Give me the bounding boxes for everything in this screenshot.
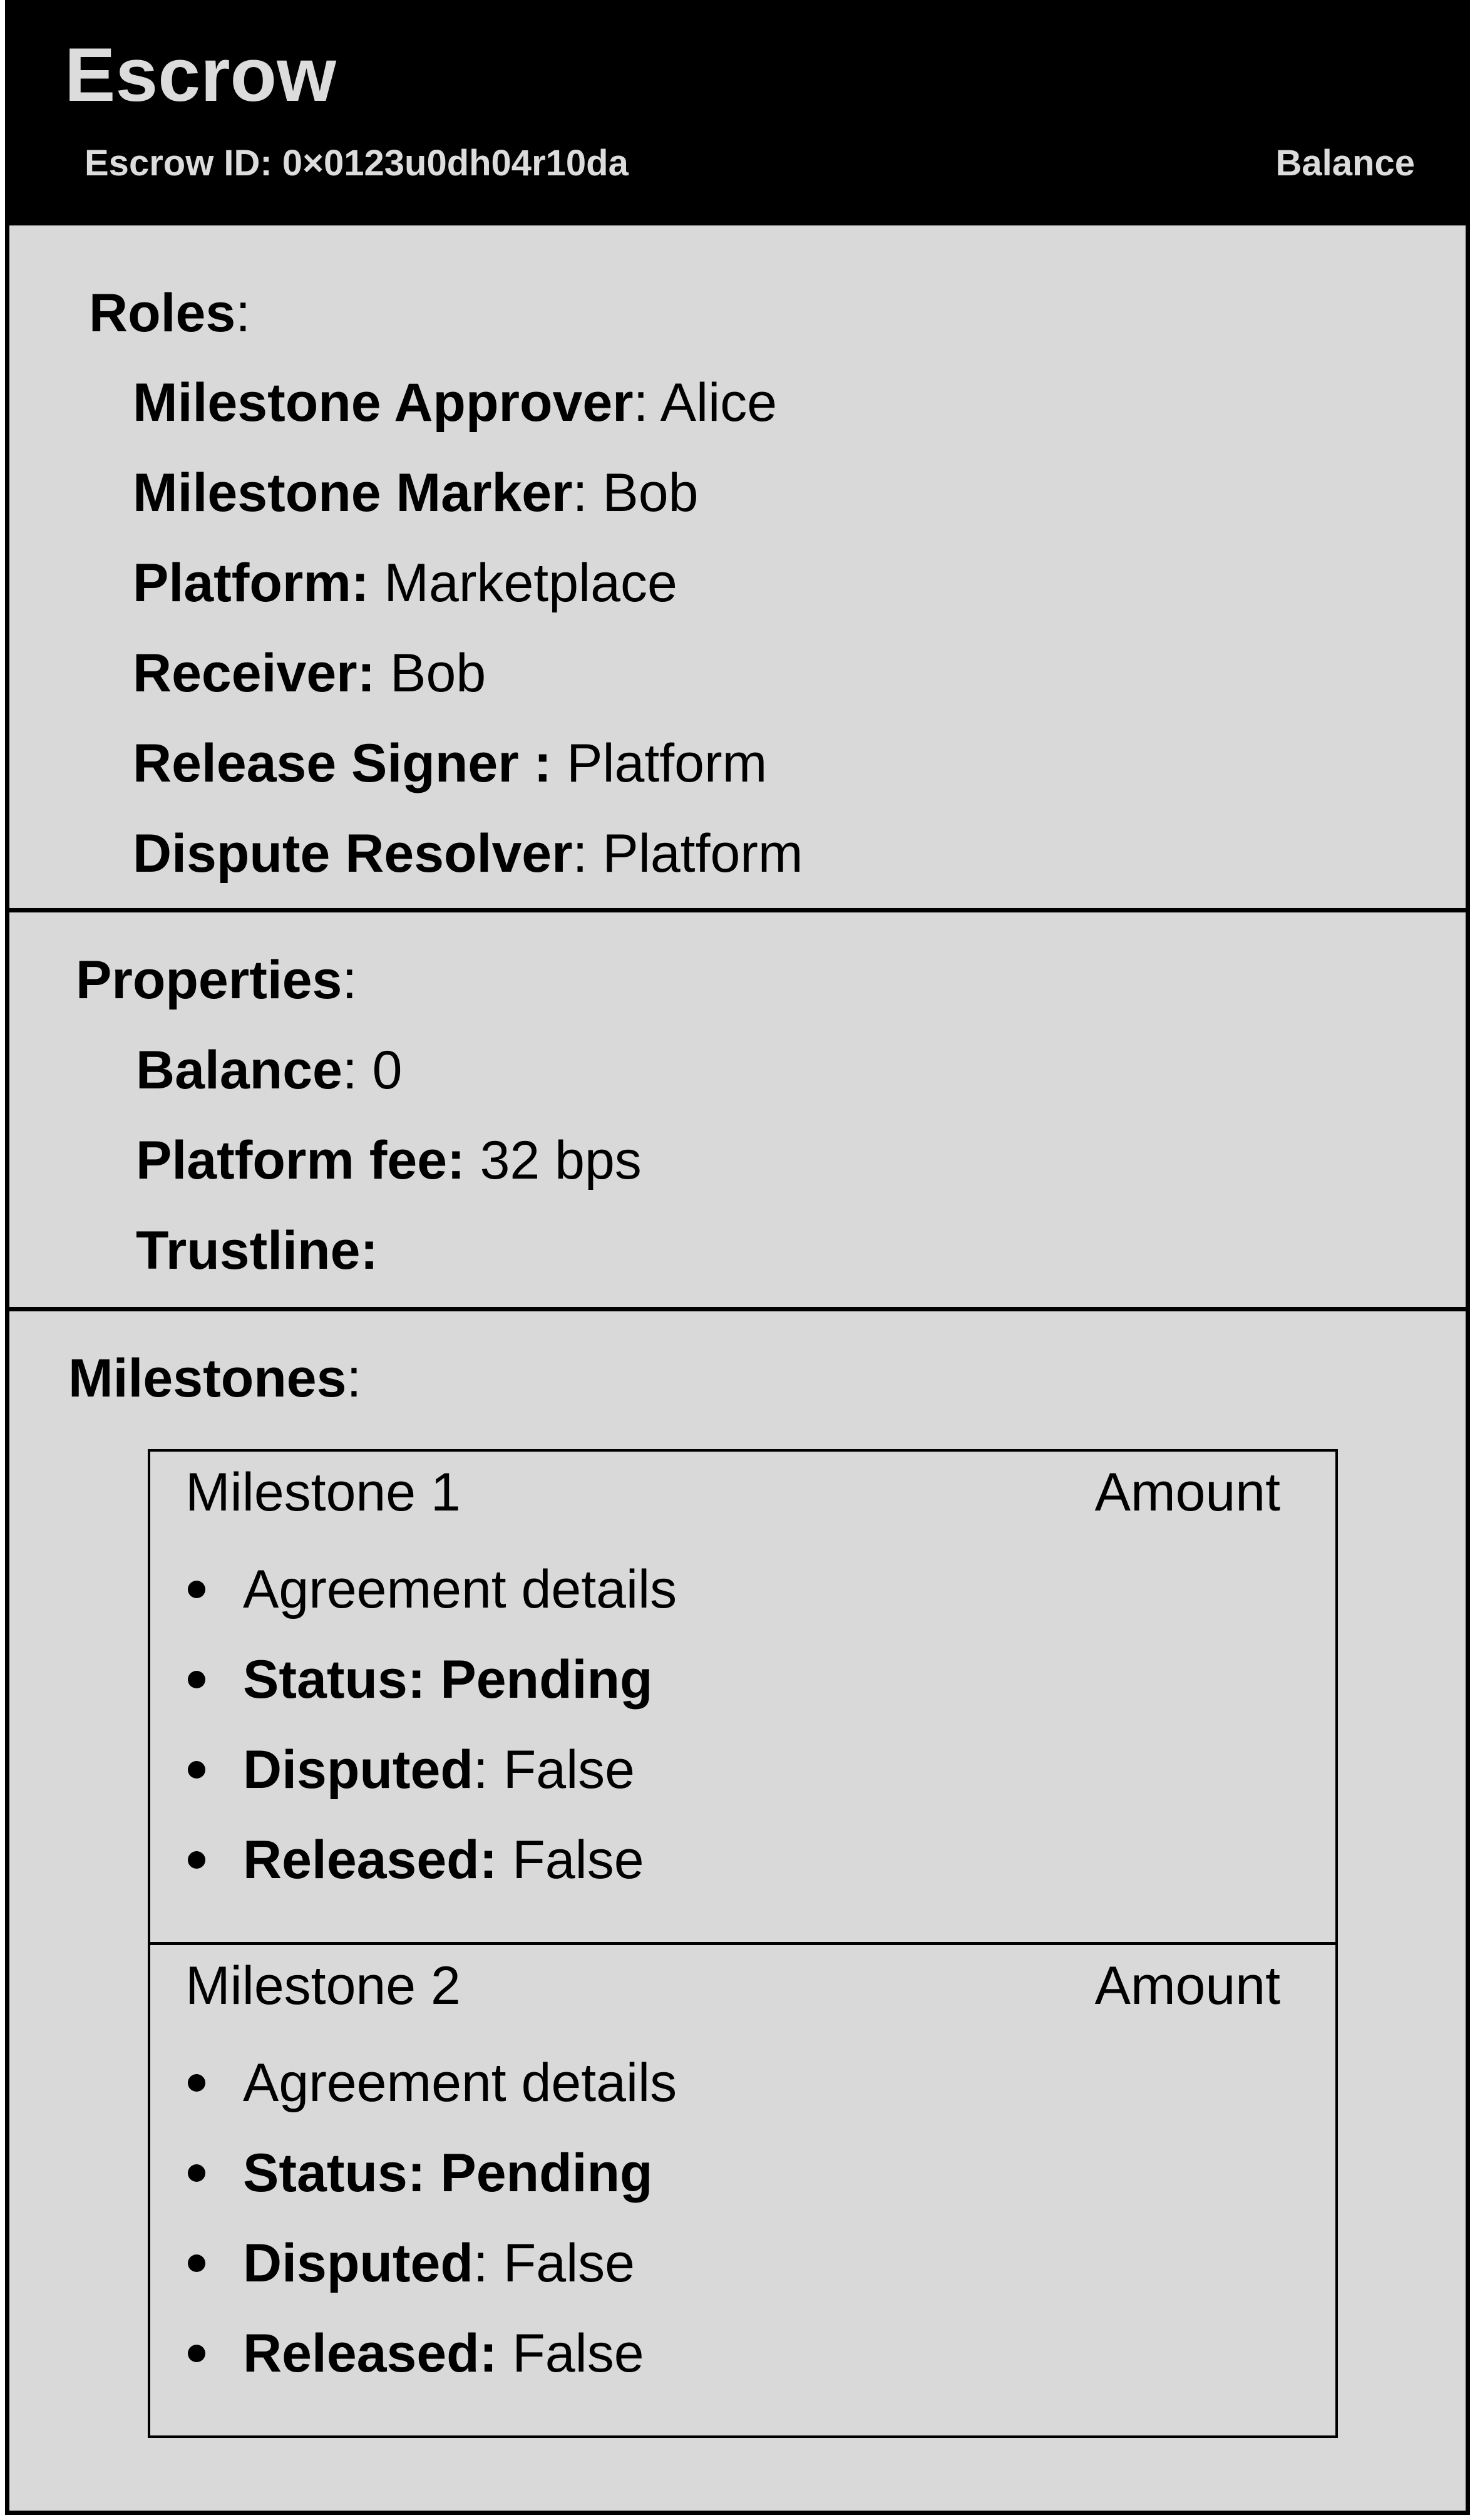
milestone-disputed: Disputed: False xyxy=(185,1725,677,1815)
milestone-name: Milestone 2 xyxy=(185,1956,461,2016)
milestone-card[interactable]: Milestone 2 Amount Agreement details Sta… xyxy=(148,1943,1338,2438)
milestone-details-list: Agreement details Status: Pending Disput… xyxy=(185,1544,677,1905)
properties-section: Properties: Balance: 0 Platform fee: 32 … xyxy=(5,908,1470,1311)
milestone-status: Status: Pending xyxy=(185,2128,677,2218)
milestone-released: Released: False xyxy=(185,1815,677,1905)
milestone-disputed: Disputed: False xyxy=(185,2218,677,2308)
milestone-details-list: Agreement details Status: Pending Disput… xyxy=(185,2038,677,2399)
milestone-amount: Amount xyxy=(1094,1462,1280,1522)
milestones-title: Milestones: xyxy=(68,1348,362,1408)
milestone-agreement-details: Agreement details xyxy=(185,1544,677,1634)
property-balance: Balance: 0 xyxy=(136,1040,403,1100)
property-platform-fee: Platform fee: 32 bps xyxy=(136,1130,642,1190)
milestone-released: Released: False xyxy=(185,2308,677,2399)
page-title: Escrow xyxy=(64,32,336,117)
role-release-signer: Release Signer : Platform xyxy=(133,733,768,793)
role-receiver: Receiver: Bob xyxy=(133,643,486,703)
roles-section: Roles: Milestone Approver: Alice Milesto… xyxy=(5,221,1470,912)
roles-title: Roles: xyxy=(89,283,251,343)
milestone-status: Status: Pending xyxy=(185,1634,677,1725)
balance-link[interactable]: Balance xyxy=(1276,145,1415,182)
milestone-amount: Amount xyxy=(1094,1956,1280,2016)
milestones-section: Milestones: Milestone 1 Amount Agreement… xyxy=(5,1307,1470,2515)
milestone-name: Milestone 1 xyxy=(185,1462,461,1522)
escrow-card: Escrow Escrow ID: 0×0123u0dh04r10da Bala… xyxy=(5,0,1470,2515)
escrow-id: Escrow ID: 0×0123u0dh04r10da xyxy=(85,143,629,183)
milestone-card[interactable]: Milestone 1 Amount Agreement details Sta… xyxy=(148,1449,1338,1944)
properties-title: Properties: xyxy=(76,950,357,1010)
role-milestone-approver: Milestone Approver: Alice xyxy=(133,373,778,433)
role-dispute-resolver: Dispute Resolver: Platform xyxy=(133,824,803,884)
property-trustline: Trustline: xyxy=(136,1221,379,1281)
role-milestone-marker: Milestone Marker: Bob xyxy=(133,463,699,523)
role-platform: Platform: Marketplace xyxy=(133,553,677,613)
milestone-agreement-details: Agreement details xyxy=(185,2038,677,2128)
escrow-header: Escrow Escrow ID: 0×0123u0dh04r10da Bala… xyxy=(5,0,1470,222)
